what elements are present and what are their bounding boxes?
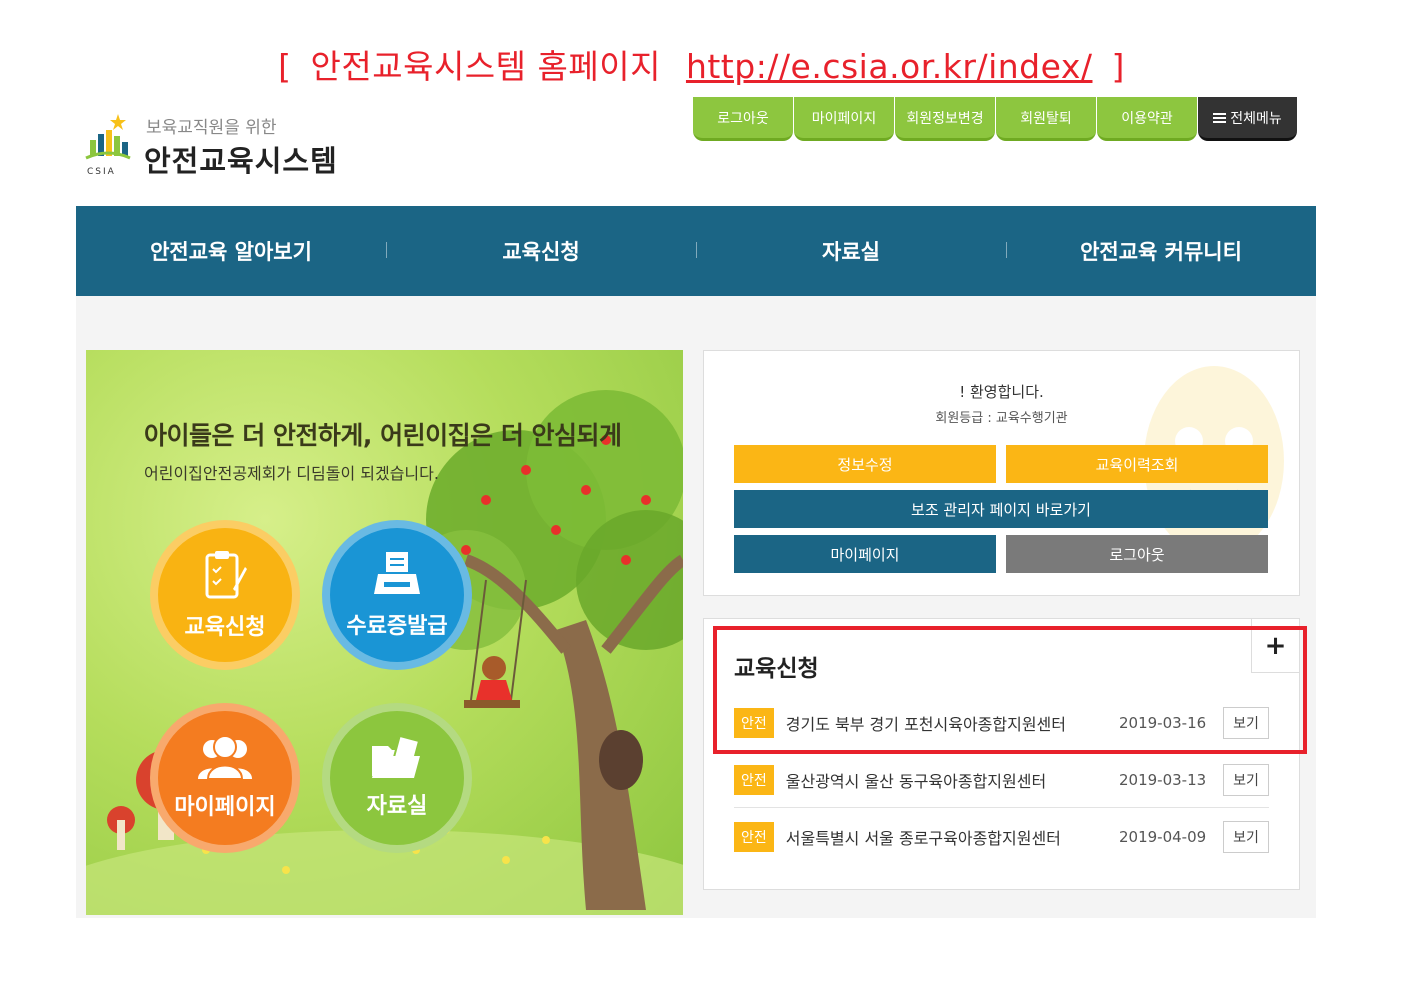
clipboard-icon	[205, 551, 247, 599]
edu-date: 2019-04-09	[1119, 828, 1207, 846]
list-item: 안전 울산광역시 울산 동구육아종합지원센터 2019-03-13 보기	[734, 752, 1269, 808]
all-menu-label: 전체메뉴	[1230, 110, 1282, 127]
sub-admin-button[interactable]: 보조 관리자 페이지 바로가기	[734, 490, 1268, 528]
edu-title-link[interactable]: 서울특별시 서울 종로구육아종합지원센터	[786, 825, 1119, 849]
quick-link-certificate[interactable]: 수료증발급	[322, 520, 472, 670]
edu-history-button[interactable]: 교육이력조회	[1006, 445, 1268, 483]
users-icon	[198, 735, 252, 780]
banner-headline: 아이들은 더 안전하게, 어린이집은 더 안심되게	[144, 421, 622, 450]
withdraw-link[interactable]: 회원탈퇴	[996, 97, 1096, 141]
quick-link-label: 수료증발급	[346, 614, 448, 639]
quick-link-archive[interactable]: 자료실	[322, 703, 472, 853]
quick-link-label: 마이페이지	[174, 795, 276, 820]
top-menu: 로그아웃 마이페이지 회원정보변경 회원탈퇴 이용약관 전체메뉴	[693, 97, 1297, 141]
main-navigation: 안전교육 알아보기 교육신청 자료실 안전교육 커뮤니티	[76, 206, 1316, 296]
mypage-link[interactable]: 마이페이지	[794, 97, 894, 141]
banner-subline: 어린이집안전공제회가 디딤돌이 되겠습니다.	[144, 464, 439, 483]
csia-logo-icon[interactable]: CSIA	[84, 112, 132, 176]
edit-info-button[interactable]: 정보수정	[734, 445, 996, 483]
mypage-button[interactable]: 마이페이지	[734, 535, 996, 573]
view-button[interactable]: 보기	[1223, 821, 1269, 853]
quick-link-edu-apply[interactable]: 교육신청	[150, 520, 300, 670]
quick-link-label: 자료실	[366, 794, 428, 819]
category-badge: 안전	[734, 764, 774, 795]
page-caption: [ 안전교육시스템 홈페이지 http://e.csia.or.kr/index…	[0, 40, 1403, 88]
logo-mark-text: CSIA	[87, 167, 116, 176]
nav-item-safety-intro[interactable]: 안전교육 알아보기	[76, 236, 386, 266]
logout-button[interactable]: 로그아웃	[1006, 535, 1268, 573]
logo-subtitle: 보육교직원을 위한	[146, 118, 277, 138]
caption-bracket-open: [	[278, 47, 292, 86]
quick-link-label: 교육신청	[184, 615, 266, 640]
terms-link[interactable]: 이용약관	[1097, 97, 1197, 141]
main-banner: 아이들은 더 안전하게, 어린이집은 더 안심되게 어린이집안전공제회가 디딤돌…	[86, 350, 683, 915]
logout-link[interactable]: 로그아웃	[693, 97, 793, 141]
caption-bracket-close: ]	[1111, 47, 1125, 86]
member-grade: 회원등급 : 교육수행기관	[935, 411, 1068, 426]
hamburger-icon	[1213, 111, 1227, 125]
all-menu-button[interactable]: 전체메뉴	[1198, 97, 1297, 141]
category-badge: 안전	[734, 822, 774, 852]
printer-icon	[374, 552, 420, 594]
nav-item-edu-apply[interactable]: 교육신청	[386, 236, 696, 266]
quick-link-mypage[interactable]: 마이페이지	[150, 703, 300, 853]
folder-icon	[372, 736, 421, 778]
edu-title-link[interactable]: 경기도 북부 경기 포천시육아종합지원센터	[786, 711, 1119, 735]
nav-item-archive[interactable]: 자료실	[696, 236, 1006, 266]
caption-title: 안전교육시스템 홈페이지	[310, 47, 661, 86]
edu-list-title: 교육신청	[734, 656, 819, 682]
nav-item-community[interactable]: 안전교육 커뮤니티	[1006, 236, 1316, 266]
edu-date: 2019-03-13	[1119, 770, 1207, 789]
welcome-message: ! 환영합니다.	[959, 383, 1044, 401]
view-button[interactable]: 보기	[1223, 706, 1269, 739]
logo-title[interactable]: 안전교육시스템	[144, 138, 338, 180]
user-info-box: ! 환영합니다. 회원등급 : 교육수행기관 정보수정 교육이력조회 보조 관리…	[703, 350, 1300, 596]
view-button[interactable]: 보기	[1223, 763, 1269, 796]
list-item: 안전 서울특별시 서울 종로구육아종합지원센터 2019-04-09 보기	[734, 809, 1269, 865]
list-item: 안전 경기도 북부 경기 포천시육아종합지원센터 2019-03-16 보기	[734, 695, 1269, 751]
edu-apply-list: 교육신청 + 안전 경기도 북부 경기 포천시육아종합지원센터 2019-03-…	[703, 618, 1300, 890]
edu-date: 2019-03-16	[1119, 713, 1207, 732]
more-button[interactable]: +	[1251, 619, 1299, 673]
caption-url[interactable]: http://e.csia.or.kr/index/	[686, 47, 1093, 86]
edit-member-link[interactable]: 회원정보변경	[895, 97, 995, 141]
category-badge: 안전	[734, 707, 774, 738]
edu-title-link[interactable]: 울산광역시 울산 동구육아종합지원센터	[786, 768, 1119, 792]
